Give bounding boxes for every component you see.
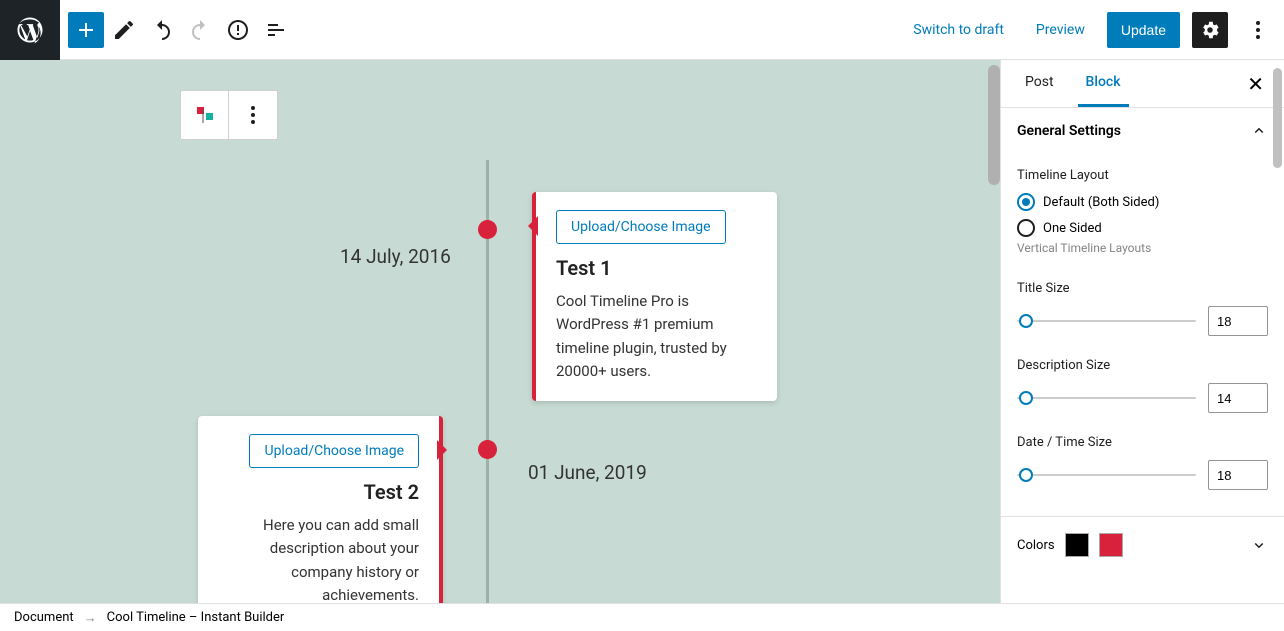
- editor-canvas[interactable]: 14 July, 2016 Upload/Choose Image Test 1…: [0, 60, 1000, 603]
- radio-default-both-sided[interactable]: Default (Both Sided): [1017, 193, 1268, 211]
- chevron-up-icon: [1250, 122, 1268, 140]
- description-size-label: Description Size: [1017, 358, 1268, 373]
- card-title[interactable]: Test 1: [556, 256, 757, 280]
- upload-image-button[interactable]: Upload/Choose Image: [249, 434, 419, 468]
- canvas-scrollbar[interactable]: [988, 65, 1000, 185]
- timeline-block: 14 July, 2016 Upload/Choose Image Test 1…: [0, 60, 1000, 603]
- settings-button[interactable]: [1192, 12, 1228, 48]
- radio-label: Default (Both Sided): [1043, 195, 1159, 210]
- date-size-label: Date / Time Size: [1017, 435, 1268, 450]
- layout-radio-group: Default (Both Sided) One Sided: [1017, 193, 1268, 237]
- main-area: 14 July, 2016 Upload/Choose Image Test 1…: [0, 60, 1284, 603]
- card-description[interactable]: Here you can add small description about…: [218, 514, 419, 603]
- undo-button[interactable]: [144, 12, 180, 48]
- colors-label: Colors: [1017, 538, 1055, 553]
- info-button[interactable]: [220, 12, 256, 48]
- card-description[interactable]: Cool Timeline Pro is WordPress #1 premiu…: [556, 290, 757, 383]
- general-settings-toggle[interactable]: General Settings: [1001, 108, 1284, 154]
- timeline-node: [478, 220, 497, 239]
- breadcrumb-document[interactable]: Document: [14, 610, 74, 625]
- timeline-layout-label: Timeline Layout: [1017, 168, 1268, 183]
- timeline-card[interactable]: Upload/Choose Image Test 2 Here you can …: [198, 416, 443, 603]
- description-size-slider[interactable]: [1017, 392, 1196, 404]
- breadcrumb-current[interactable]: Cool Timeline – Instant Builder: [107, 610, 285, 625]
- upload-image-button[interactable]: Upload/Choose Image: [556, 210, 726, 244]
- title-size-label: Title Size: [1017, 281, 1268, 296]
- color-swatch-secondary[interactable]: [1099, 533, 1123, 557]
- date-size-slider[interactable]: [1017, 469, 1196, 481]
- switch-to-draft-link[interactable]: Switch to draft: [903, 14, 1014, 46]
- toolbar-left-group: [68, 12, 294, 48]
- title-size-slider[interactable]: [1017, 315, 1196, 327]
- color-swatch-primary[interactable]: [1065, 533, 1089, 557]
- description-size-input[interactable]: [1208, 383, 1268, 413]
- timeline-node: [478, 440, 497, 459]
- edit-button[interactable]: [106, 12, 142, 48]
- timeline-date[interactable]: 01 June, 2019: [528, 461, 647, 484]
- general-settings-body: Timeline Layout Default (Both Sided) One…: [1001, 154, 1284, 517]
- radio-one-sided[interactable]: One Sided: [1017, 219, 1268, 237]
- date-size-control: [1017, 460, 1268, 490]
- settings-sidebar: Post Block ✕ General Settings Timeline L…: [1000, 60, 1284, 603]
- timeline-date[interactable]: 14 July, 2016: [340, 245, 451, 268]
- tab-block[interactable]: Block: [1078, 60, 1129, 107]
- add-block-button[interactable]: [68, 12, 104, 48]
- tab-post[interactable]: Post: [1017, 60, 1062, 107]
- sidebar-scrollbar[interactable]: [1273, 68, 1282, 168]
- chevron-down-icon: [1250, 536, 1268, 554]
- outline-button[interactable]: [258, 12, 294, 48]
- layout-hint: Vertical Timeline Layouts: [1017, 241, 1268, 255]
- wordpress-logo[interactable]: [0, 0, 60, 60]
- redo-button[interactable]: [182, 12, 218, 48]
- preview-link[interactable]: Preview: [1026, 14, 1095, 46]
- colors-panel-toggle[interactable]: Colors: [1001, 517, 1284, 573]
- close-sidebar-button[interactable]: ✕: [1243, 68, 1268, 100]
- radio-label: One Sided: [1043, 221, 1102, 236]
- toolbar-right-group: Switch to draft Preview Update: [903, 12, 1276, 48]
- breadcrumb-bar: Document → Cool Timeline – Instant Build…: [0, 603, 1284, 631]
- breadcrumb-separator: →: [84, 610, 97, 626]
- title-size-control: [1017, 306, 1268, 336]
- card-title[interactable]: Test 2: [218, 480, 419, 504]
- top-toolbar: Switch to draft Preview Update: [0, 0, 1284, 60]
- more-menu-button[interactable]: [1240, 12, 1276, 48]
- timeline-card[interactable]: Upload/Choose Image Test 1 Cool Timeline…: [532, 192, 777, 401]
- sidebar-tabs: Post Block ✕: [1001, 60, 1284, 108]
- date-size-input[interactable]: [1208, 460, 1268, 490]
- update-button[interactable]: Update: [1107, 12, 1180, 48]
- title-size-input[interactable]: [1208, 306, 1268, 336]
- description-size-control: [1017, 383, 1268, 413]
- section-title: General Settings: [1017, 123, 1121, 139]
